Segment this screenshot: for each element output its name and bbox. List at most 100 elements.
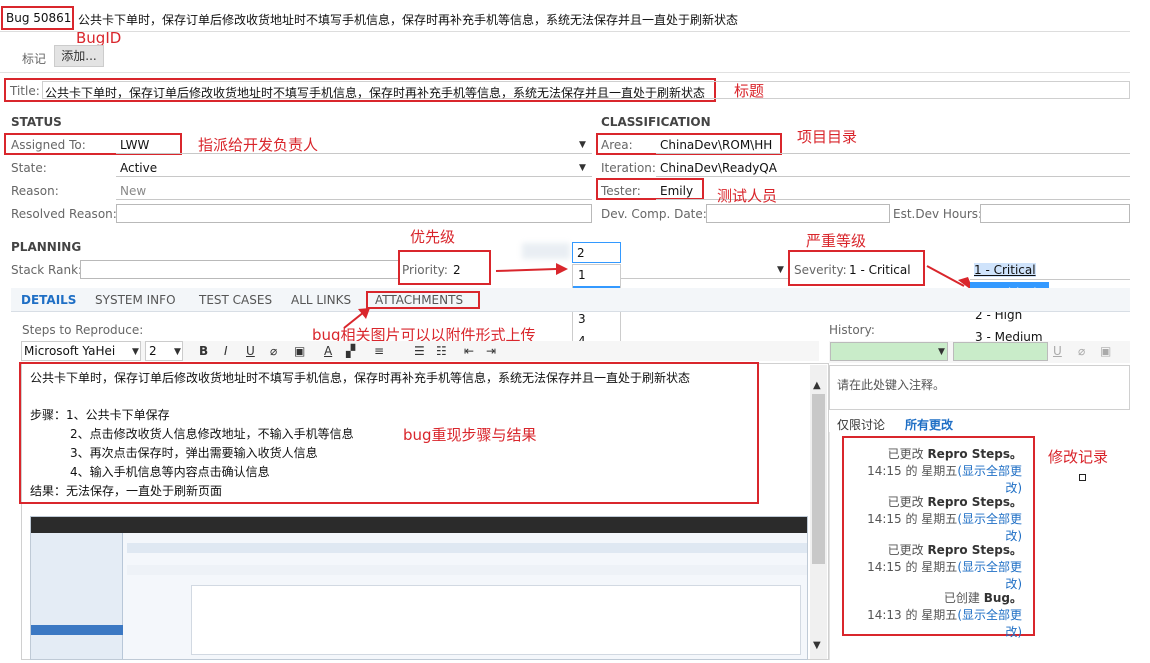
history-field: Repro Steps。	[927, 447, 1022, 461]
numbered-list-icon[interactable]: ☷	[436, 344, 447, 358]
editor-line-3: 步骤：1、公共卡下单保存	[30, 408, 170, 422]
history-action: 已更改	[887, 543, 924, 557]
est-dev-hours-field[interactable]	[980, 204, 1130, 223]
history-entry: 已更改 Repro Steps。 14:15 的 星期五(显示全部更改)	[852, 446, 1022, 497]
priority-option[interactable]: 1	[573, 264, 620, 286]
resolved-reason-label: Resolved Reason:	[11, 207, 117, 221]
state-chevron-down-icon[interactable]: ▼	[579, 163, 586, 173]
indent-icon[interactable]: ⇥	[486, 344, 496, 358]
show-all-changes-link[interactable]: (显示全部更改)	[957, 608, 1022, 639]
underline-icon[interactable]: U	[246, 344, 255, 358]
dev-comp-date-field[interactable]	[706, 204, 890, 223]
title-value: 公共卡下单时，保存订单后修改收货地址时不填写手机信息，保存时再补充手机等信息，系…	[45, 86, 706, 100]
header-title: 公共卡下单时，保存订单后修改收货地址时不填写手机信息，保存时再补充手机等信息，系…	[78, 13, 739, 27]
italic-icon[interactable]: I	[224, 344, 228, 358]
history-label: History:	[829, 323, 875, 337]
resize-handle[interactable]	[1079, 474, 1086, 481]
tester-value: Emily	[660, 184, 694, 198]
tab-attachments[interactable]: ATTACHMENTS	[375, 293, 463, 307]
history-clear-format-icon[interactable]: ⌀	[1078, 344, 1085, 358]
tab-details[interactable]: DETAILS	[21, 293, 76, 307]
annotation-title: 标题	[734, 82, 765, 100]
clear-format-icon[interactable]: ⌀	[270, 344, 277, 358]
scroll-up-icon[interactable]: ▲	[813, 380, 821, 391]
font-chevron-down-icon[interactable]: ▼	[132, 347, 139, 357]
history-underline-icon[interactable]: U	[1053, 344, 1062, 358]
history-image-icon[interactable]: ▣	[1100, 344, 1111, 358]
history-field: Repro Steps。	[927, 495, 1022, 509]
image-icon[interactable]: ▣	[294, 344, 305, 358]
stack-rank-field[interactable]	[80, 260, 400, 279]
outdent-icon[interactable]: ⇤	[464, 344, 474, 358]
history-action: 已更改	[887, 447, 924, 461]
priority-chevron-down-icon[interactable]: ▼	[777, 265, 784, 275]
assigned-to-field[interactable]	[116, 135, 592, 154]
embedded-form	[191, 585, 801, 655]
state-field[interactable]	[116, 158, 592, 177]
scroll-down-icon[interactable]: ▼	[813, 640, 821, 651]
history-entry: 已更改 Repro Steps。 14:15 的 星期五(显示全部更改)	[852, 542, 1022, 593]
editor-scroll-thumb[interactable]	[812, 394, 825, 564]
add-tag-button[interactable]: 添加...	[54, 45, 104, 67]
reason-label: Reason:	[11, 184, 59, 198]
priority-label: Priority:	[402, 263, 448, 277]
editor-line-1: 公共卡下单时，保存订单后修改收货地址时不填写手机信息，保存时再补充手机等信息，系…	[30, 371, 691, 385]
tab-test-cases[interactable]: TEST CASES	[199, 293, 272, 307]
editor-line-6: 4、输入手机信息等内容点击确认信息	[70, 465, 270, 479]
embedded-tabstrip	[127, 543, 807, 553]
stack-rank-label: Stack Rank:	[11, 263, 83, 277]
highlight-icon[interactable]: ▞	[346, 344, 355, 358]
embedded-toolbar	[127, 565, 807, 575]
filter-discussion[interactable]: 仅限讨论	[837, 416, 885, 433]
show-all-changes-link[interactable]: (显示全部更改)	[957, 464, 1022, 495]
assigned-to-value: LWW	[120, 138, 150, 152]
bullet-list-icon[interactable]: ☰	[414, 344, 425, 358]
title-label: Title:	[10, 84, 40, 98]
priority-value: 2	[453, 263, 461, 277]
est-dev-hours-label: Est.Dev Hours:	[893, 207, 983, 221]
iteration-label: Iteration:	[601, 161, 656, 175]
history-chevron-down-icon[interactable]: ▼	[938, 347, 945, 357]
bold-icon[interactable]: B	[199, 344, 208, 358]
history-time: 14:15 的 星期五	[867, 512, 958, 526]
severity-value: 1 - Critical	[849, 263, 911, 277]
history-size-select[interactable]	[953, 342, 1048, 361]
size-chevron-down-icon[interactable]: ▼	[174, 347, 181, 357]
align-icon[interactable]: ≡	[374, 344, 384, 358]
font-color-icon[interactable]: A	[324, 344, 332, 358]
history-field: Bug。	[983, 591, 1022, 605]
show-all-changes-link[interactable]: (显示全部更改)	[957, 560, 1022, 591]
status-heading: STATUS	[11, 115, 62, 129]
tag-label: 标记	[22, 52, 47, 66]
show-all-changes-link[interactable]: (显示全部更改)	[957, 512, 1022, 543]
font-size-value: 2	[149, 344, 157, 358]
arrow-priority-icon	[495, 263, 568, 275]
tab-all-links[interactable]: ALL LINKS	[291, 293, 351, 307]
embedded-screenshot	[30, 516, 808, 660]
planning-heading: PLANNING	[11, 240, 82, 254]
reason-field[interactable]	[116, 181, 592, 200]
embedded-sidebar	[31, 533, 123, 659]
history-entry: 已更改 Repro Steps。 14:15 的 星期五(显示全部更改)	[852, 494, 1022, 545]
font-name-value: Microsoft YaHei	[24, 344, 116, 358]
history-time: 14:15 的 星期五	[867, 560, 958, 574]
history-time: 14:15 的 星期五	[867, 464, 958, 478]
tester-label: Tester:	[601, 184, 641, 198]
filter-all-changes[interactable]: 所有更改	[905, 416, 953, 433]
annotation-priority: 优先级	[410, 228, 456, 246]
tab-system-info[interactable]: SYSTEM INFO	[95, 293, 176, 307]
assigned-to-label: Assigned To:	[11, 138, 86, 152]
classification-heading: CLASSIFICATION	[601, 115, 711, 129]
area-label: Area:	[601, 138, 633, 152]
annotation-repro: bug重现步骤与结果	[403, 426, 537, 444]
editor-line-7: 结果：无法保存，一直处于刷新页面	[30, 484, 223, 498]
history-font-select[interactable]	[830, 342, 948, 361]
resolved-reason-field[interactable]	[116, 204, 592, 223]
annotation-area: 项目目录	[797, 128, 858, 146]
reason-value: New	[120, 184, 147, 198]
iteration-value: ChinaDev\ReadyQA	[660, 161, 777, 175]
embedded-titlebar	[31, 517, 807, 533]
assigned-chevron-down-icon[interactable]: ▼	[579, 140, 586, 150]
tab-bar	[11, 288, 1130, 312]
priority-extended-field[interactable]	[620, 260, 788, 279]
